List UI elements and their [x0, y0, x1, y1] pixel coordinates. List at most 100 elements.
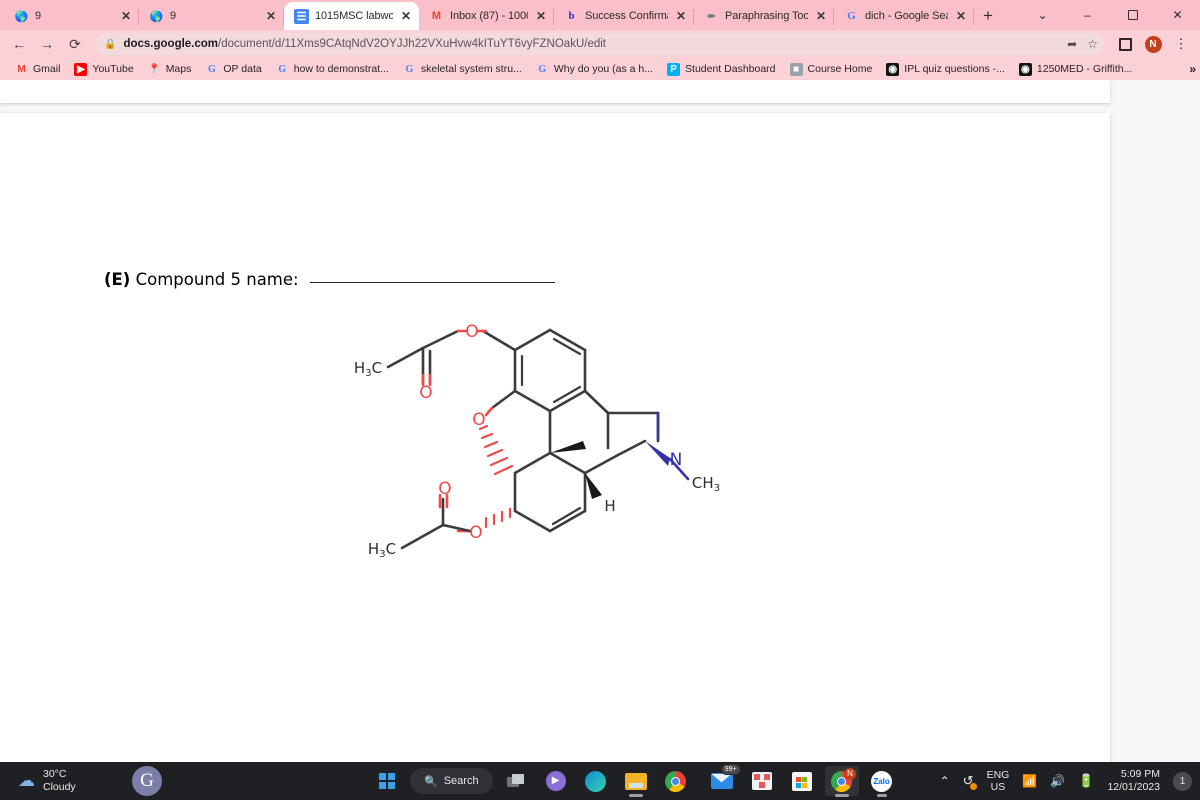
tab-close-icon[interactable]: ✕ [119, 9, 133, 23]
share-icon[interactable]: ➦ [1067, 37, 1077, 51]
bookmark-course-home[interactable]: ■ Course Home [783, 62, 880, 76]
start-icon[interactable] [370, 766, 404, 796]
weather-widget[interactable]: ☁ 30°C Cloudy [0, 768, 110, 794]
blackboard-icon: ◉ [1018, 62, 1032, 76]
file-explorer-icon[interactable] [619, 766, 653, 797]
task-view-icon[interactable] [499, 766, 533, 796]
maximize-button[interactable] [1110, 0, 1155, 30]
wedge-h [585, 473, 602, 499]
avatar[interactable]: N [1140, 32, 1166, 56]
forward-button[interactable]: → [34, 32, 60, 56]
bookmark-label: Why do you (as a h... [553, 63, 654, 75]
notification-badge[interactable]: 1 [1173, 771, 1192, 791]
molecule-svg: H3C O O O O O H3C N CH3 H [354, 322, 720, 560]
minimize-button[interactable]: – [1065, 0, 1110, 30]
tab-close-icon[interactable]: ✕ [814, 9, 828, 23]
sync-icon[interactable]: ↺ [963, 773, 977, 790]
zoom-icon[interactable]: ▶ [539, 766, 573, 796]
taskbar-center: 🔍 Search ▶ 99+ N Zalo [370, 764, 899, 797]
google-icon: G [847, 10, 856, 22]
tab-close-icon[interactable]: ✕ [674, 9, 688, 23]
omnibox-actions: ➦ ☆ [1067, 37, 1098, 51]
bookmark-gmail[interactable]: M Gmail [8, 63, 67, 76]
zalo-icon[interactable]: Zalo [865, 766, 899, 797]
globe-icon: 🌎 [14, 10, 29, 23]
tab-strip: 🌎 9 ✕ 🌎 9 ✕ ☰ 1015MSC labworkbook ✕ M In… [0, 0, 1200, 30]
label-ester-o-bottom: O [469, 523, 482, 543]
label-ester-o-top: O [465, 322, 478, 342]
google-icon: G [405, 63, 414, 75]
reload-button[interactable]: ⟳ [62, 32, 88, 56]
chrome-icon[interactable] [659, 766, 693, 796]
tab-3[interactable]: M Inbox (87) - 1000999 ✕ [419, 2, 554, 30]
search-input[interactable]: 🔍 Search [410, 768, 493, 794]
bookmark-student-dashboard[interactable]: P Student Dashboard [660, 62, 782, 76]
kebab-menu-icon[interactable]: ⋮ [1168, 32, 1194, 56]
close-button[interactable]: ✕ [1155, 0, 1200, 30]
edge-icon[interactable] [579, 766, 613, 796]
tab-4[interactable]: b Success Confirmation ✕ [554, 2, 694, 30]
star-icon[interactable]: ☆ [1087, 37, 1098, 51]
clock[interactable]: 5:09 PM 12/01/2023 [1107, 768, 1160, 794]
bookmarks-overflow-icon[interactable]: » [1189, 62, 1196, 76]
microsoft-store-icon[interactable] [785, 766, 819, 796]
tray-chevron-icon[interactable]: ⌃ [940, 774, 950, 788]
tab-5[interactable]: ✒ Paraphrasing Tool - Q ✕ [694, 2, 834, 30]
anki-icon[interactable] [745, 766, 779, 796]
bookmark-how-to-demonstrate[interactable]: G how to demonstrat... [269, 63, 396, 76]
label-acetyl-top-methyl: H3C [354, 359, 382, 379]
weather-temperature: 30°C [43, 768, 67, 780]
chrome-notion-icon[interactable]: N [824, 766, 859, 797]
label-acetyl-bottom-methyl: H3C [368, 540, 396, 560]
grammarly-icon[interactable]: G [132, 766, 162, 796]
bookmark-why-do-you[interactable]: G Why do you (as a h... [529, 63, 660, 76]
tab-1[interactable]: 🌎 9 ✕ [139, 2, 284, 30]
bookmark-maps[interactable]: 📍 Maps [141, 63, 199, 76]
tab-label: Success Confirmation [585, 10, 668, 22]
bookmark-label: Gmail [33, 63, 61, 75]
cloud-icon: ☁ [18, 771, 35, 790]
new-tab-button[interactable]: + [974, 2, 1002, 30]
wedge-c13 [550, 441, 586, 453]
back-button[interactable]: ← [6, 32, 32, 56]
bookmark-label: IPL quiz questions -... [904, 63, 1005, 75]
wedge-n [645, 441, 670, 466]
side-panel-icon[interactable] [1112, 32, 1138, 56]
bookmark-skeletal-system[interactable]: G skeletal system stru... [396, 63, 529, 76]
question-text: Compound 5 name: [135, 270, 299, 289]
bookmark-label: 1250MED - Griffith... [1036, 63, 1133, 75]
tab-search-icon[interactable]: ⌄ [1020, 0, 1065, 30]
tab-6[interactable]: G dich - Google Search ✕ [834, 2, 974, 30]
volume-icon[interactable]: 🔊 [1050, 774, 1065, 788]
blackboard-icon: ◉ [886, 62, 900, 76]
tab-close-icon[interactable]: ✕ [954, 9, 968, 23]
tab-close-icon[interactable]: ✕ [399, 9, 413, 23]
wifi-icon[interactable]: 📶 [1022, 774, 1037, 788]
document-page[interactable]: (E) Compound 5 name: H3C O O O O O H3C N… [0, 113, 1110, 762]
language-indicator[interactable]: ENG US [987, 769, 1010, 793]
mail-icon[interactable]: 99+ [705, 764, 741, 796]
search-placeholder: Search [443, 775, 479, 787]
tab-label: dich - Google Search [865, 10, 948, 22]
label-carbonyl-o-bottom: O [438, 479, 451, 499]
pearson-icon: P [667, 62, 681, 76]
tab-2-active[interactable]: ☰ 1015MSC labworkbook ✕ [284, 2, 419, 30]
tab-close-icon[interactable]: ✕ [534, 9, 548, 23]
globe-icon: 🌎 [149, 10, 164, 23]
tab-0[interactable]: 🌎 9 ✕ [4, 2, 139, 30]
running-indicator [628, 794, 643, 797]
tab-close-icon[interactable]: ✕ [264, 9, 278, 23]
bookmark-op-data[interactable]: G OP data [198, 63, 268, 76]
bookmark-1250med[interactable]: ◉ 1250MED - Griffith... [1012, 62, 1140, 76]
quillbot-icon: ✒ [706, 10, 717, 23]
book-icon: ■ [789, 62, 803, 76]
lock-icon: 🔒 [104, 38, 117, 50]
address-bar[interactable]: 🔒 docs.google.com/document/d/11Xms9CAtqN… [96, 33, 1104, 55]
bookmark-label: Student Dashboard [685, 63, 776, 75]
bookmark-ipl-quiz[interactable]: ◉ IPL quiz questions -... [879, 62, 1012, 76]
bookmark-youtube[interactable]: ▶ YouTube [67, 62, 140, 76]
bookmark-label: how to demonstrat... [293, 63, 389, 75]
battery-icon[interactable]: 🔋 [1078, 773, 1094, 789]
label-stereo-h: H [604, 497, 615, 515]
running-indicator [834, 794, 849, 797]
